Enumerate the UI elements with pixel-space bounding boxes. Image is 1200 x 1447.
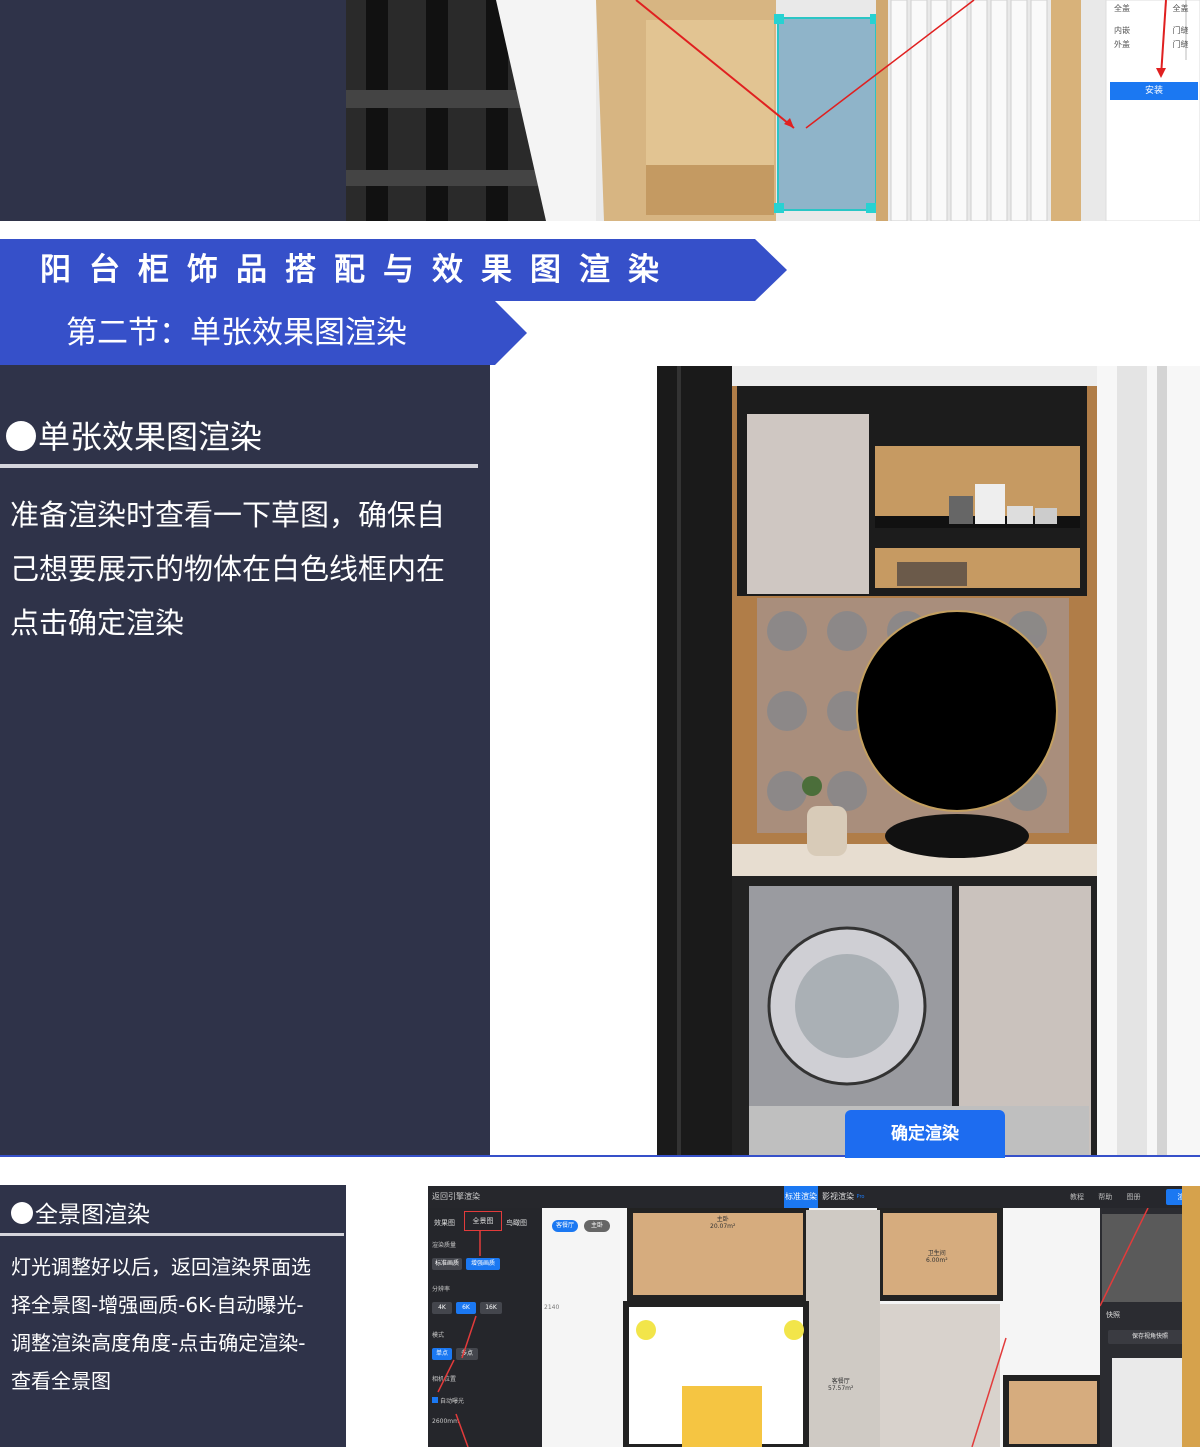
cabinet-3d-screenshot: 全盖 全盖 内嵌 门缝 外盖 门缝 安装 [346,0,1200,221]
back-to-engine-link[interactable]: 返回引擎渲染 [432,1191,480,1202]
map-button-living[interactable]: 客餐厅 [552,1220,578,1232]
section1-divider [0,464,478,468]
section1-line-3: 点击确定渲染 [10,606,185,640]
cabinet-3d-illustration [346,0,1200,221]
section2-divider [0,1233,344,1236]
room-living-area: 57.57m² [828,1385,854,1392]
room-bath-name: 卫生间 [927,1250,946,1257]
section1-body: 准备渲染时查看一下草图，确保自 己想要展示的物体在白色线框内在 点击确定渲染 [10,488,480,650]
section1-heading-text: 单张效果图渲染 [38,418,263,456]
panel-rows: 全盖 全盖 内嵌 门缝 外盖 门缝 [1114,2,1189,52]
panel-row-6[interactable]: 门缝 [1173,40,1189,49]
section1-heading: 单张效果图渲染 [6,412,262,462]
section2-line-1: 灯光调整好以后，返回渲染界面选 [11,1255,311,1279]
pro-badge: Pro [856,1194,865,1200]
install-button[interactable]: 安装 [1110,82,1198,100]
section2-line-4: 查看全景图 [11,1369,111,1393]
bullet-dot-icon [11,1202,33,1224]
section2-heading-text: 全景图渲染 [35,1202,150,1228]
room-master-area: 20.07m² [710,1223,736,1230]
tab-standard-render[interactable]: 标准渲染 [784,1186,818,1208]
header-tools: 教程 帮助 图册 [1070,1192,1140,1202]
tab-film-render[interactable]: 影视渲染 Pro [822,1186,864,1208]
bullet-dot-icon [6,421,36,451]
section2-line-3: 调整渲染高度角度-点击确定渲染- [11,1331,306,1355]
floor-plan-view[interactable]: 客餐厅 主卧 主卧 20.07m² 卫生间 6.00m² 客餐厅 57.57m²… [542,1207,1103,1447]
annotation-arrows [437,1231,481,1447]
panel-row-5[interactable]: 外盖 [1114,40,1130,49]
section2-body: 灯光调整好以后，返回渲染界面选 择全景图-增强画质-6K-自动曝光- 调整渲染高… [11,1248,341,1400]
panel-row-3[interactable]: 内嵌 [1114,26,1130,35]
dimension-text: 2140 [544,1304,560,1311]
room-master-name: 主卧 [716,1216,729,1223]
section-divider-line [0,1155,1200,1157]
tool-tutorial[interactable]: 教程 [1070,1193,1084,1201]
tool-help[interactable]: 帮助 [1098,1193,1112,1201]
map-button-master[interactable]: 主卧 [584,1220,610,1232]
panel-row-2[interactable]: 全盖 [1173,4,1189,13]
confirm-render-button[interactable]: 确定渲染 [845,1110,1005,1158]
section1-line-2: 己想要展示的物体在白色线框内在 [10,552,446,586]
laundry-cabinet-render [657,366,1200,1156]
room-bath-area: 6.00m² [926,1257,948,1264]
room-master: 主卧 20.07m² [710,1214,735,1230]
room-bath: 卫生间 6.00m² [926,1248,948,1264]
top-left-panel [0,0,346,221]
banner-title: 阳台柜饰品搭配与效果图渲染 [40,252,677,288]
panel-row-4[interactable]: 门缝 [1173,26,1189,35]
decorative-gold-strip [1182,1186,1200,1447]
section2-heading: 全景图渲染 [11,1197,150,1233]
floor-plan-drawing [542,1207,1103,1447]
render-settings-sidebar: 效果图 全景图 鸟瞰图 渲染质量 标准画质 增强画质 分辨率 4K 6K 16K… [428,1208,542,1447]
tool-album[interactable]: 图册 [1126,1193,1140,1201]
room-living: 客餐厅 57.57m² [828,1376,853,1392]
room-living-name: 客餐厅 [831,1378,850,1385]
render-preview [657,366,1200,1156]
banner-subtitle: 第二节：单张效果图渲染 [66,315,407,351]
section2-line-2: 择全景图-增强画质-6K-自动曝光- [11,1293,304,1317]
section1-panel [0,365,490,1156]
tab-film-label: 影视渲染 [822,1192,854,1201]
section1-line-1: 准备渲染时查看一下草图，确保自 [10,498,446,532]
panel-row-1[interactable]: 全盖 [1114,4,1130,13]
render-app-window: 返回引擎渲染 标准渲染 影视渲染 Pro 教程 帮助 图册 渲 效果图 全景图 … [428,1186,1200,1447]
